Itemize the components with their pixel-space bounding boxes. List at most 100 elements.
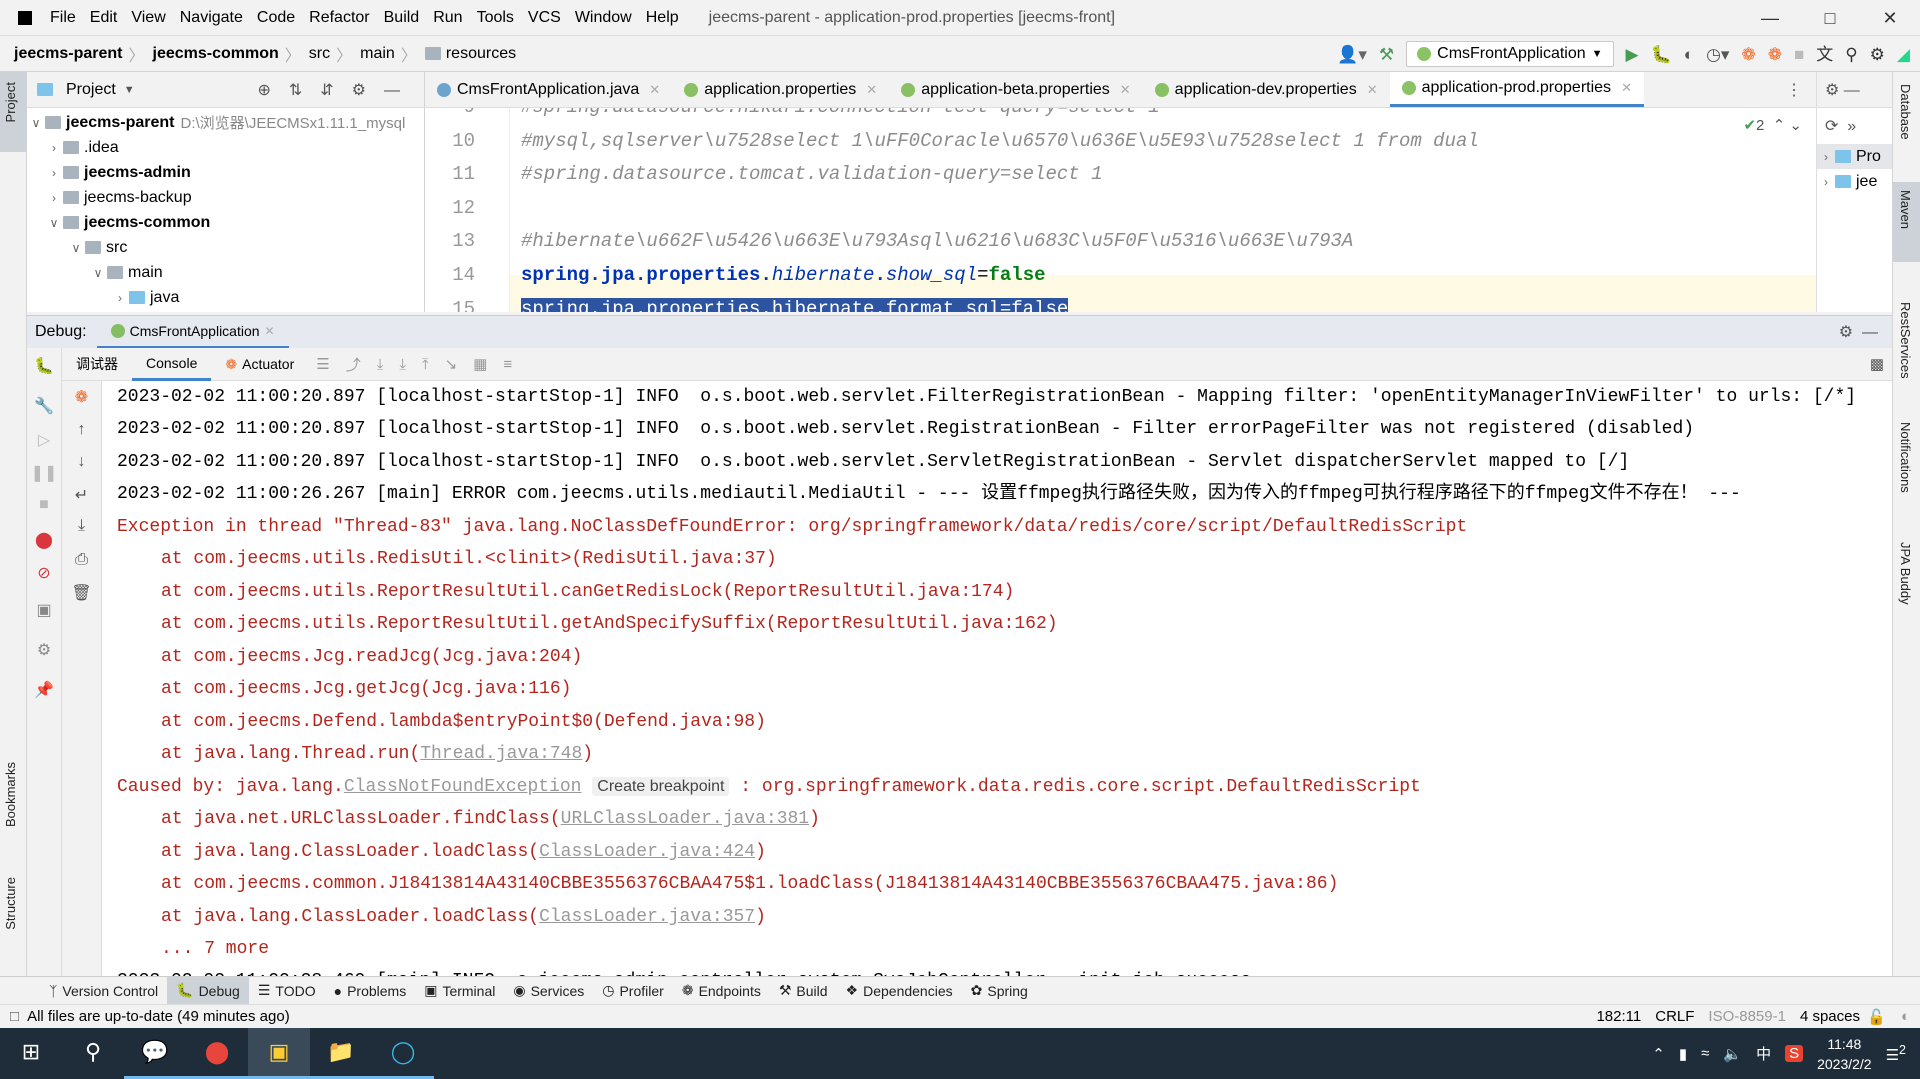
source-link[interactable]: Thread.java:748 <box>420 744 582 764</box>
hot-swap-icon[interactable]: ❁ <box>1741 46 1755 63</box>
project-toolbar-icons[interactable]: ⊕⇅⇵⚙— <box>257 80 424 100</box>
menu-refactor[interactable]: Refactor <box>309 9 369 27</box>
rerun-debug-icon[interactable]: 🐛 <box>27 356 61 376</box>
tabs-more-icon[interactable]: ⋮ <box>1772 72 1816 107</box>
mute-breakpoints-icon[interactable]: ⊘ <box>27 563 61 583</box>
modify-config-icon[interactable]: 🔧 <box>27 396 61 416</box>
create-breakpoint-link[interactable]: Create breakpoint <box>592 777 730 796</box>
search-icon[interactable]: ⚲ <box>1845 46 1857 63</box>
menu-tools[interactable]: Tools <box>477 9 514 27</box>
inspection-widget[interactable]: ✔2 ⌃ ⌄ <box>1743 116 1802 134</box>
tab-console[interactable]: Console <box>132 348 212 381</box>
translate-icon[interactable]: 文 <box>1816 46 1833 63</box>
settings-gear-icon[interactable]: ⚙ <box>1870 46 1885 63</box>
menu-help[interactable]: Help <box>646 9 679 27</box>
code-area[interactable]: 9 10 11 12 13 14 15 #spring.datasource.h… <box>425 108 1816 312</box>
print-icon[interactable]: ⎙ <box>62 551 101 569</box>
tree-item[interactable]: › jeecms-backup <box>27 185 424 210</box>
console-output[interactable]: 2023-02-02 11:00:20.897 [localhost-start… <box>102 381 1892 976</box>
stripe-project[interactable]: Project <box>3 82 18 122</box>
tree-item[interactable]: ∨ jeecms-parent D:\浏览器\JEECMSx1.11.1_mysql <box>27 110 424 135</box>
search-taskbar-icon[interactable]: ⚲ <box>62 1028 124 1079</box>
edge-icon[interactable]: ◯ <box>372 1028 434 1079</box>
run-config-selector[interactable]: CmsFrontApplication ▼ <box>1406 41 1614 67</box>
source-link[interactable]: ClassLoader.java:424 <box>539 842 755 862</box>
chrome-icon[interactable]: ⬤ <box>186 1028 248 1079</box>
breadcrumb-resources[interactable]: resources <box>446 45 516 63</box>
build-hammer-icon[interactable]: ⚒ <box>1379 46 1394 63</box>
code-with-me-icon[interactable]: ◢ <box>1897 46 1910 63</box>
tray-expand-icon[interactable]: ⌃ <box>1652 1045 1665 1063</box>
tab-application-properties[interactable]: application.properties ✕ <box>672 72 889 107</box>
layout-icon[interactable]: ▩ <box>1870 355 1884 373</box>
tree-item[interactable]: › .idea <box>27 135 424 160</box>
breadcrumb-main[interactable]: main <box>360 45 395 63</box>
breadcrumb-src[interactable]: src <box>309 45 330 63</box>
clock[interactable]: 11:48 2023/2/2 <box>1817 1034 1872 1074</box>
actuator-icon[interactable]: ❁ <box>62 387 101 407</box>
run-icon[interactable]: ▶ <box>1626 46 1639 63</box>
tool-dependencies[interactable]: ❖ Dependencies <box>837 977 962 1005</box>
debug-settings-icon[interactable]: ⚙ — <box>1839 322 1878 342</box>
breadcrumb-jeecms-parent[interactable]: jeecms-parent <box>14 45 123 63</box>
coverage-icon[interactable]: ◐ <box>1684 46 1694 63</box>
maven-item[interactable]: › jee <box>1817 169 1892 194</box>
sogou-icon[interactable]: S <box>1785 1045 1804 1062</box>
tool-endpoints[interactable]: ❁ Endpoints <box>673 977 770 1005</box>
stripe-jpa-buddy[interactable]: JPA Buddy <box>1898 542 1913 605</box>
force-step-into-icon[interactable]: ⤓ <box>399 356 406 373</box>
step-out-icon[interactable]: ⤒ <box>422 356 429 373</box>
close-window-button[interactable]: ✕ <box>1860 0 1920 36</box>
intellij-taskbar-icon[interactable]: ▣ <box>248 1028 310 1079</box>
evaluate-icon[interactable]: ▦ <box>473 355 487 373</box>
menu-window[interactable]: Window <box>575 9 632 27</box>
stop-debug-icon[interactable]: ■ <box>27 496 61 514</box>
maven-reload-icon[interactable]: ⟳ » <box>1817 108 1892 144</box>
line-separator[interactable]: CRLF <box>1655 1008 1694 1025</box>
tree-item[interactable]: › jeecms-admin <box>27 160 424 185</box>
maximize-button[interactable]: □ <box>1800 0 1860 36</box>
tab-cmsfrontapplication-java[interactable]: CmsFrontApplication.java ✕ <box>425 72 672 107</box>
tool-spring[interactable]: ✿ Spring <box>962 977 1037 1005</box>
debug-session-tab[interactable]: CmsFrontApplication ✕ <box>96 316 289 349</box>
volume-icon[interactable]: 🔈 <box>1723 1045 1742 1063</box>
stripe-maven[interactable]: Maven <box>1898 190 1913 229</box>
menu-file[interactable]: File <box>50 9 76 27</box>
frames-icon[interactable]: ☰ <box>316 355 329 373</box>
stripe-database[interactable]: Database <box>1898 84 1913 140</box>
menu-build[interactable]: Build <box>384 9 420 27</box>
status-toggle-icon[interactable]: □ <box>10 1008 19 1025</box>
pin-icon[interactable]: 📌 <box>27 680 61 700</box>
menu-run[interactable]: Run <box>433 9 462 27</box>
tool-problems[interactable]: ● Problems <box>325 977 416 1005</box>
maven-item[interactable]: › Pro <box>1817 144 1892 169</box>
camera-icon[interactable]: ▣ <box>27 600 61 620</box>
stop-icon[interactable]: ■ <box>1794 46 1804 63</box>
breadcrumb-jeecms-common[interactable]: jeecms-common <box>153 45 279 63</box>
tool-debug[interactable]: 🐛 Debug <box>167 976 249 1005</box>
tool-version-control[interactable]: ᛉ Version Control <box>40 977 167 1005</box>
debug-settings-gear-icon[interactable]: ⚙ <box>27 640 61 660</box>
file-encoding[interactable]: ISO-8859-1 <box>1708 1008 1786 1025</box>
stripe-structure[interactable]: Structure <box>3 877 18 930</box>
lock-icon[interactable]: 🔓 <box>1867 1008 1886 1026</box>
tree-item[interactable]: ∨ src <box>27 235 424 260</box>
maven-header-icons[interactable]: ⚙ — <box>1817 72 1892 108</box>
tool-services[interactable]: ◉ Services <box>504 977 593 1005</box>
scroll-to-end-icon[interactable]: ⤓ <box>62 517 101 535</box>
tab-actuator[interactable]: ❁ Actuator <box>211 348 308 381</box>
stripe-notifications[interactable]: Notifications <box>1898 422 1913 493</box>
menu-edit[interactable]: Edit <box>90 9 118 27</box>
tree-item[interactable]: ∨ jeecms-common <box>27 210 424 235</box>
notification-center-icon[interactable]: ☰2 <box>1886 1043 1906 1064</box>
tree-item[interactable]: › java <box>27 285 424 310</box>
run-to-cursor-icon[interactable]: ↘ <box>445 355 458 373</box>
project-view-selector[interactable]: Project <box>66 81 116 99</box>
tool-todo[interactable]: ☰ TODO <box>249 977 325 1005</box>
tab-application-beta-properties[interactable]: application-beta.properties ✕ <box>889 72 1142 107</box>
file-explorer-icon[interactable]: 📁 <box>310 1028 372 1079</box>
menu-view[interactable]: View <box>131 9 165 27</box>
soft-wrap-icon[interactable]: ↵ <box>62 485 101 505</box>
menu-vcs[interactable]: VCS <box>528 9 561 27</box>
caret-position[interactable]: 182:11 <box>1596 1008 1641 1025</box>
